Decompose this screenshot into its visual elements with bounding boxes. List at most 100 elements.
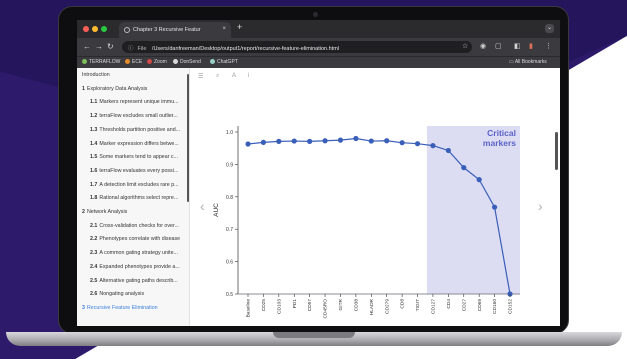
zoom-window-button[interactable] [101,26,107,32]
x-tick-label: GITR [338,298,344,310]
tab-bar: Chapter 3 Recursive Featur × + ⌄ [77,20,560,38]
data-point [368,138,374,144]
toc-item[interactable]: 1.6 terraFlow evaluates every possi... [77,168,189,174]
toc-item-label: Recursive Feature Elimination [86,304,158,311]
bookmarks-bar: TERRAFLOW ECE Zoom DonSend ChatGPT ▭ All… [77,56,560,68]
toc-item-label: Alternative gating paths describ... [99,277,178,284]
laptop-notch [273,332,355,338]
profile-icon[interactable]: ▮ [529,42,533,50]
sidebar-scrollbar[interactable] [187,74,189,202]
x-tick-label: CD57 [307,299,313,312]
x-tick-label: CD27 [461,299,467,312]
toc-item-number: 2.3 [90,250,98,257]
data-point [245,141,251,147]
tab-active[interactable]: Chapter 3 Recursive Featur × [119,22,231,38]
data-point [399,140,405,146]
bookmark-terraflow[interactable]: TERRAFLOW [82,59,120,65]
toc-item-number: 2.5 [90,277,98,284]
toc-item[interactable]: Introduction [77,72,189,78]
toc-item-number: 2.1 [90,222,98,229]
close-window-button[interactable] [83,26,89,32]
forward-icon[interactable]: → [95,42,103,51]
toc-item[interactable]: 1.5 Some markers tend to appear c... [77,154,189,161]
puzzle-icon[interactable]: ▢ [495,42,502,50]
menu-icon[interactable]: ⋮ [545,42,552,50]
new-tab-button[interactable]: + [237,22,242,32]
x-tick-label: CD8 [400,299,406,309]
all-bookmarks-button[interactable]: ▭ All Bookmarks [509,59,547,65]
y-tick-label: 1.0 [226,130,233,136]
bookmark-ece[interactable]: ECE [125,59,142,65]
browser-window: Chapter 3 Recursive Featur × + ⌄ ← → ↻ ⓘ… [77,20,560,326]
toc-item[interactable]: 2.1 Cross-validation checks for over... [77,222,189,229]
toc-item[interactable]: 2.6 Nongating analysis [77,291,189,297]
extension-icon[interactable]: ◉ [480,42,486,50]
toc-item-label: Marker expression differs betwe... [99,140,179,147]
tab-search-button[interactable]: ⌄ [545,24,554,33]
info-icon: ⓘ [128,46,134,52]
toc-item[interactable]: 1.7 A detection limit excludes rare p... [77,181,189,188]
data-point [353,135,359,142]
sidepanel-icon[interactable]: ◧ [514,42,521,50]
back-icon[interactable]: ← [83,42,91,51]
toc-item-label: Cross-validation checks for over... [99,222,179,229]
data-point [461,165,467,171]
url-bar[interactable]: ⓘ File /Users/danfreeman/Desktop/output1/… [122,41,472,53]
toc-item-label: Expanded phenotypes provide a... [99,263,180,270]
toc-item[interactable]: 2.3 A common gating strategy unite... [77,250,189,257]
toc-item[interactable]: 2.4 Expanded phenotypes provide a... [77,263,189,270]
data-point [260,139,267,145]
toc-item-label: Phenotypes correlate with disease [99,236,181,243]
url-text: /Users/danfreeman/Desktop/output1/report… [151,46,340,52]
main-content: ☰ ⌕ A i ‹ › 0.5 0.6 0.7 0.8 0.9 1.0 Baseline CD… [190,68,560,326]
toc-item[interactable]: 2.2 Phenotypes correlate with disease [77,236,189,243]
page-scrollbar[interactable] [555,132,558,170]
close-tab-icon[interactable]: × [222,26,226,32]
toc-item[interactable]: 1.8 Rational algorithms select repre... [77,195,189,202]
toc-item-label: Some markers tend to appear c... [99,154,178,161]
minimize-window-button[interactable] [92,26,98,32]
toc-item-label: Exploratory Data Analysis [86,85,148,92]
toc-item[interactable]: 2 Network Analysis [77,209,189,215]
data-point [445,147,451,154]
data-point [291,138,297,144]
toc-item-number: 1.2 [90,113,98,120]
toc-item-label: Thresholds partition positive and... [99,126,181,133]
toc-item[interactable]: 2.5 Alternative gating paths describ... [77,277,189,284]
toc-item-number: 1.7 [90,181,98,188]
toc-item-label: Introduction [82,72,110,78]
toc-item-label: Markers represent unique immu... [99,99,179,106]
x-tick-label: CD160 [492,299,498,314]
toc-item-label: Rational algorithms select repre... [99,195,179,202]
bookmark-donsend[interactable]: DonSend [173,59,201,65]
y-axis-label: AUC [213,203,220,217]
x-tick-label: CD103 [276,299,282,314]
bookmark-star-icon[interactable]: ☆ [462,42,468,50]
toc-item[interactable]: 1.4 Marker expression differs betwe... [77,140,189,147]
toc-item-number: 1 [82,85,85,92]
toc-item[interactable]: 1.2 terraFlow excludes small outlier... [77,113,189,120]
url-scheme: File [137,46,147,52]
data-point [491,204,498,210]
toc-item-label: A detection limit excludes rare p... [99,181,179,188]
toc-item-number: 2 [82,209,85,215]
critical-markers-annotation: markers [483,138,516,148]
toc-item[interactable]: 1.3 Thresholds partition positive and... [77,126,189,133]
y-tick-label: 0.5 [226,292,233,298]
bookmark-chatgpt[interactable]: ChatGPT [210,59,238,65]
y-tick-label: 0.9 [226,162,233,168]
tab-title: Chapter 3 Recursive Featur [133,27,201,33]
toc-item[interactable]: 1 Exploratory Data Analysis [77,85,189,92]
x-tick-label: HLADR [369,298,375,315]
data-point [307,138,313,144]
toc-item[interactable]: 1.1 Markers represent unique immu... [77,99,189,106]
toc-item[interactable]: 3 Recursive Feature Elimination [77,304,189,311]
reload-icon[interactable]: ↻ [107,42,114,51]
toc-item-number: 1.3 [90,126,98,133]
zoom-icon [147,59,152,64]
x-tick-label: CD69 [477,299,483,312]
y-tick-label: 0.7 [226,227,233,233]
bookmark-zoom[interactable]: Zoom [147,59,167,65]
toc-item-number: 2.4 [90,263,98,270]
toc-item-label: terraFlow excludes small outlier... [99,113,178,120]
